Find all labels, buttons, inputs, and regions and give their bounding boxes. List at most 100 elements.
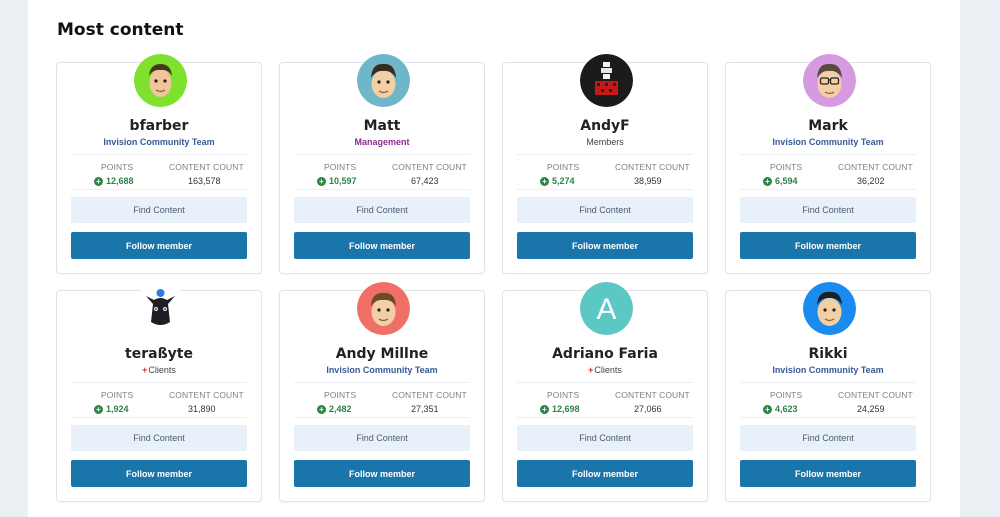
plus-circle-icon: + (317, 404, 326, 414)
avatar[interactable] (134, 54, 187, 107)
member-name[interactable]: Andy Millne (280, 346, 484, 362)
member-group: Invision Community Team (772, 137, 884, 147)
member-card-matt: Matt Management POINTS CONTENT COUNT +10… (279, 54, 485, 274)
content-count-value: 163,578 (188, 176, 221, 186)
find-content-button[interactable]: Find Content (71, 197, 247, 223)
cartoon-face-avatar-icon (803, 282, 856, 335)
find-content-button[interactable]: Find Content (71, 425, 247, 451)
find-content-button[interactable]: Find Content (517, 197, 693, 223)
follow-member-button[interactable]: Follow member (71, 460, 247, 487)
member-card-rikki: Rikki Invision Community Team POINTS CON… (725, 282, 931, 502)
member-group-label: Clients (148, 365, 176, 375)
avatar[interactable] (357, 282, 410, 335)
points-number: 2,482 (329, 404, 352, 414)
member-stats: POINTS CONTENT COUNT +6,594 36,202 (740, 154, 916, 190)
cartoon-face-glasses-avatar-icon (803, 54, 856, 107)
avatar[interactable] (357, 54, 410, 107)
plus-circle-icon: + (317, 176, 326, 186)
member-card-andy-millne: Andy Millne Invision Community Team POIN… (279, 282, 485, 502)
points-number: 6,594 (775, 176, 798, 186)
member-name[interactable]: AndyF (503, 118, 707, 134)
content-count-label: CONTENT COUNT (392, 390, 467, 400)
avatar[interactable] (580, 54, 633, 107)
member-group: Management (354, 137, 410, 147)
member-stats: POINTS CONTENT COUNT +12,688 163,578 (71, 154, 247, 190)
member-name[interactable]: bfarber (57, 118, 261, 134)
find-content-button[interactable]: Find Content (740, 425, 916, 451)
member-stats: POINTS CONTENT COUNT +5,274 38,959 (517, 154, 693, 190)
main-panel: Most content bfarber Invision Community … (28, 0, 960, 517)
cartoon-face-avatar-icon (357, 54, 410, 107)
member-stats: POINTS CONTENT COUNT +12,698 27,066 (517, 382, 693, 418)
plus-circle-icon: + (94, 404, 103, 414)
follow-member-button[interactable]: Follow member (294, 460, 470, 487)
member-name[interactable]: teraßyte (57, 346, 261, 362)
points-number: 10,597 (329, 176, 357, 186)
content-count-value: 24,259 (857, 404, 885, 414)
find-content-button[interactable]: Find Content (294, 425, 470, 451)
member-card-adriano-faria: A Adriano Faria +Clients POINTS CONTENT … (502, 282, 708, 502)
points-value: +6,594 (763, 176, 798, 186)
member-group-label: Clients (594, 365, 622, 375)
follow-member-button[interactable]: Follow member (517, 232, 693, 259)
content-count-label: CONTENT COUNT (169, 162, 244, 172)
cartoon-face-avatar-icon (134, 54, 187, 107)
points-label: POINTS (324, 390, 357, 400)
content-count-label: CONTENT COUNT (392, 162, 467, 172)
points-label: POINTS (770, 162, 803, 172)
member-name[interactable]: Adriano Faria (503, 346, 707, 362)
points-number: 4,623 (775, 404, 798, 414)
member-stats: POINTS CONTENT COUNT +10,597 67,423 (294, 154, 470, 190)
member-name[interactable]: Mark (726, 118, 930, 134)
points-number: 5,274 (552, 176, 575, 186)
find-content-button[interactable]: Find Content (740, 197, 916, 223)
member-name[interactable]: Rikki (726, 346, 930, 362)
points-label: POINTS (101, 390, 134, 400)
points-number: 1,924 (106, 404, 129, 414)
member-card-terabyte: teraßyte +Clients POINTS CONTENT COUNT +… (56, 282, 262, 502)
content-count-value: 27,066 (634, 404, 662, 414)
plus-icon: + (588, 365, 594, 375)
member-stats: POINTS CONTENT COUNT +4,623 24,259 (740, 382, 916, 418)
plus-circle-icon: + (763, 404, 772, 414)
avatar[interactable] (803, 282, 856, 335)
find-content-button[interactable]: Find Content (294, 197, 470, 223)
follow-member-button[interactable]: Follow member (71, 232, 247, 259)
plus-circle-icon: + (540, 176, 549, 186)
points-value: +12,698 (540, 404, 580, 414)
member-name[interactable]: Matt (280, 118, 484, 134)
follow-member-button[interactable]: Follow member (740, 232, 916, 259)
follow-member-button[interactable]: Follow member (294, 232, 470, 259)
points-value: +5,274 (540, 176, 575, 186)
letter-avatar-icon: A (580, 282, 633, 335)
plus-circle-icon: + (540, 404, 549, 414)
points-value: +2,482 (317, 404, 352, 414)
avatar[interactable]: A (580, 282, 633, 335)
dark-creature-avatar-icon (134, 282, 187, 335)
follow-member-button[interactable]: Follow member (740, 460, 916, 487)
content-count-label: CONTENT COUNT (615, 162, 690, 172)
member-group: Invision Community Team (103, 137, 215, 147)
find-content-button[interactable]: Find Content (517, 425, 693, 451)
points-label: POINTS (101, 162, 134, 172)
section-title: Most content (57, 20, 184, 40)
content-count-label: CONTENT COUNT (169, 390, 244, 400)
content-count-value: 27,351 (411, 404, 439, 414)
avatar[interactable] (134, 282, 187, 335)
pixel-art-avatar-icon (580, 54, 633, 107)
points-label: POINTS (547, 162, 580, 172)
points-number: 12,698 (552, 404, 580, 414)
points-label: POINTS (770, 390, 803, 400)
member-group: Invision Community Team (772, 365, 884, 375)
avatar[interactable] (803, 54, 856, 107)
member-group: +Clients (57, 365, 261, 375)
member-card-mark: Mark Invision Community Team POINTS CONT… (725, 54, 931, 274)
points-value: +10,597 (317, 176, 357, 186)
member-group: +Clients (503, 365, 707, 375)
member-group: Members (586, 137, 624, 147)
member-stats: POINTS CONTENT COUNT +1,924 31,890 (71, 382, 247, 418)
content-count-value: 67,423 (411, 176, 439, 186)
points-value: +4,623 (763, 404, 798, 414)
follow-member-button[interactable]: Follow member (517, 460, 693, 487)
content-count-value: 36,202 (857, 176, 885, 186)
